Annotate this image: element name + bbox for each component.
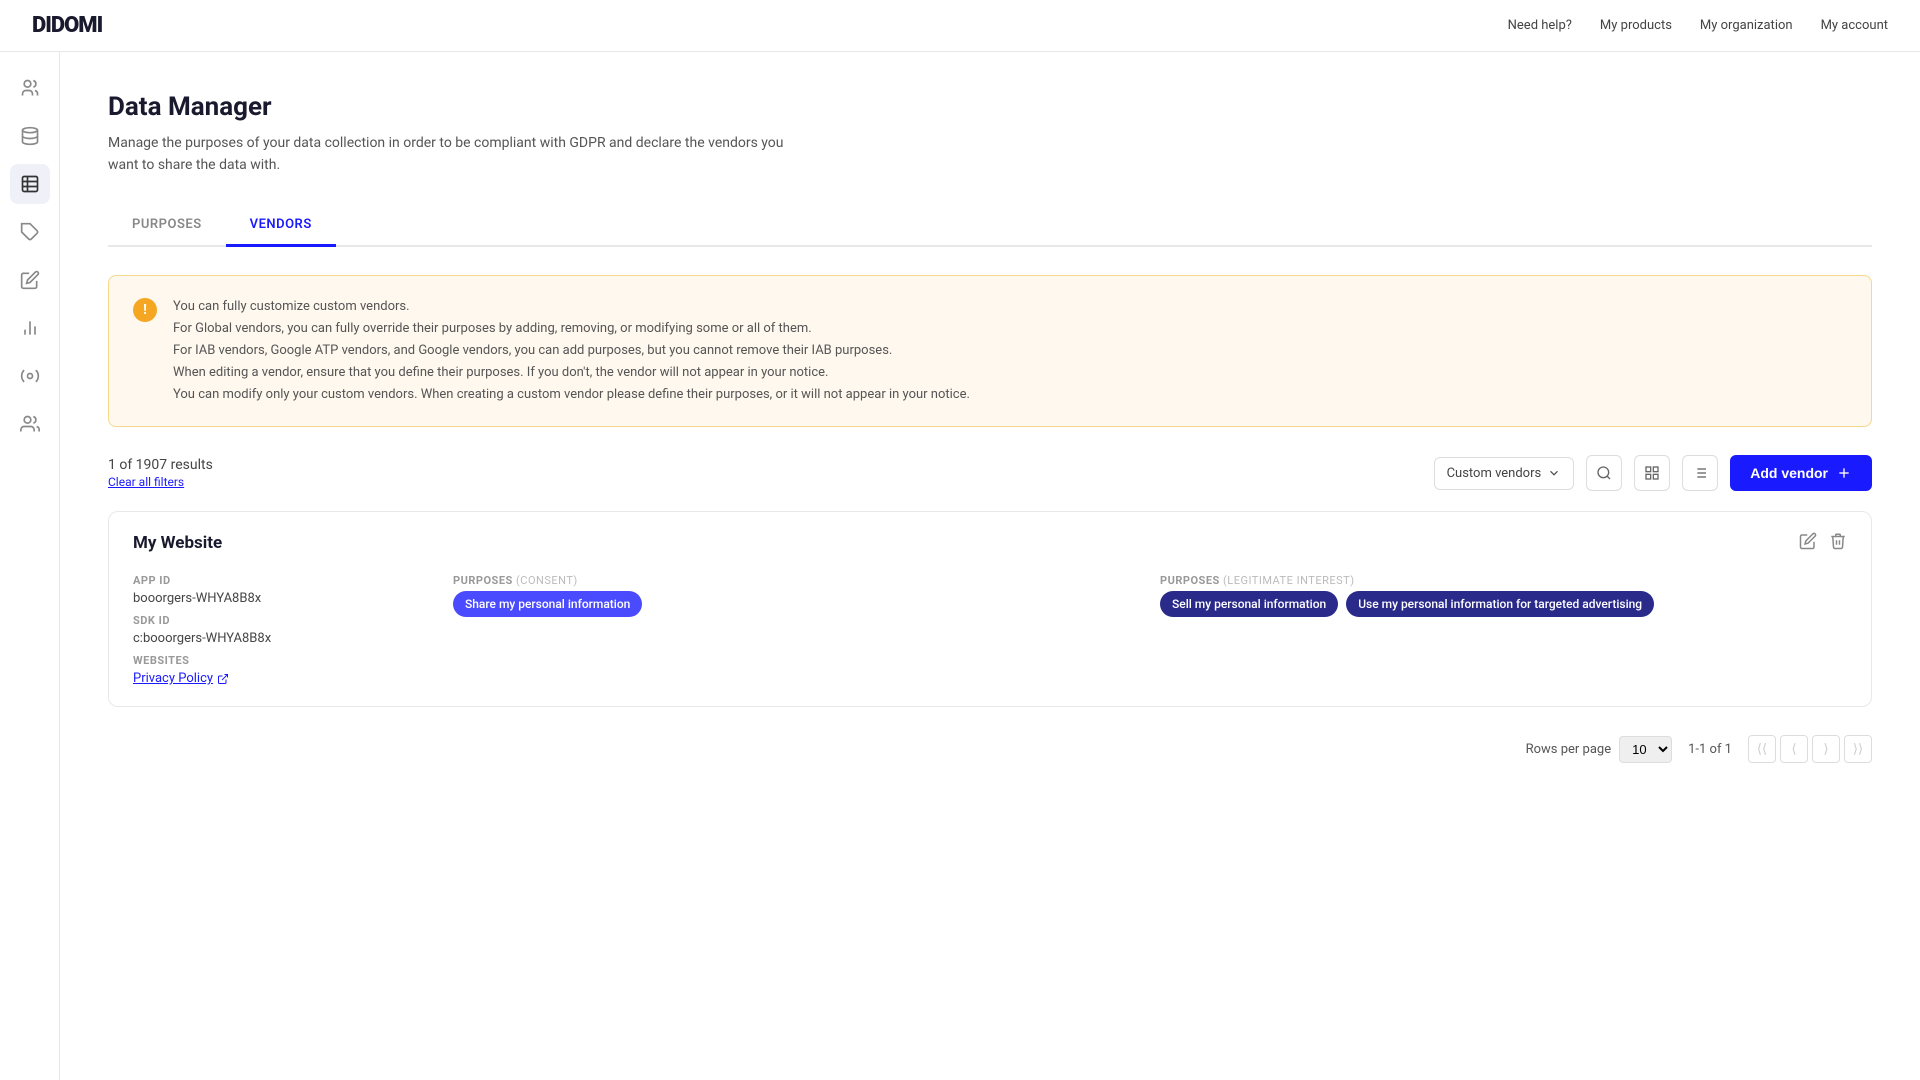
legit-tag-sell: Sell my personal information [1160,591,1338,617]
tab-vendors[interactable]: VENDORS [226,205,336,247]
tab-purposes[interactable]: PURPOSES [108,205,226,247]
nav-account[interactable]: My account [1821,18,1888,33]
vendor-legit-purposes: PURPOSES (LEGITIMATE INTEREST) Sell my p… [1160,574,1847,686]
nav-organization[interactable]: My organization [1700,18,1793,33]
info-box: ! You can fully customize custom vendors… [108,275,1872,427]
vendor-filter-dropdown[interactable]: Custom vendors [1434,457,1575,490]
sidebar-icon-edit[interactable] [10,260,50,300]
vendor-card: My Website APP ID booorgers-WHYA8B8x SDK… [108,511,1872,707]
toolbar-row: 1 of 1907 results Clear all filters Cust… [108,455,1872,491]
page-subtitle: Manage the purposes of your data collect… [108,132,808,177]
info-text: You can fully customize custom vendors. … [173,296,970,406]
toolbar-right: Custom vendors Add vendor [1434,455,1872,491]
sidebar-icon-team[interactable] [10,404,50,444]
privacy-policy-link[interactable]: Privacy Policy [133,671,433,686]
prev-page-btn[interactable]: ⟨ [1780,735,1808,763]
vendor-details: APP ID booorgers-WHYA8B8x SDK ID c:booor… [133,574,1847,686]
rows-per-page-select[interactable]: 10 25 50 [1619,736,1672,763]
chevron-down-icon [1547,466,1561,480]
app-id-value: booorgers-WHYA8B8x [133,591,433,606]
vendor-app-info: APP ID booorgers-WHYA8B8x SDK ID c:booor… [133,574,433,686]
top-nav: DIDOMI Need help? My products My organiz… [0,0,1920,52]
nav-help[interactable]: Need help? [1508,18,1572,33]
last-page-btn[interactable]: ⟩⟩ [1844,735,1872,763]
tabs: PURPOSES VENDORS [108,205,1872,247]
search-icon [1596,465,1612,481]
plus-icon [1836,465,1852,481]
purposes-legit-label: PURPOSES (LEGITIMATE INTEREST) [1160,574,1847,587]
page-info: 1-1 of 1 [1688,742,1732,757]
first-page-btn[interactable]: ⟨⟨ [1748,735,1776,763]
sidebar-icon-chart[interactable] [10,308,50,348]
clear-filters-link[interactable]: Clear all filters [108,475,213,489]
nav-products[interactable]: My products [1600,18,1672,33]
vendor-card-header: My Website [133,532,1847,554]
page-nav: ⟨⟨ ⟨ ⟩ ⟩⟩ [1748,735,1872,763]
grid-view-btn[interactable] [1634,455,1670,491]
sidebar-icon-users[interactable] [10,68,50,108]
list-view-btn[interactable] [1682,455,1718,491]
vendor-actions [1799,532,1847,554]
logo: DIDOMI [32,13,102,38]
results-count: 1 of 1907 results [108,457,213,473]
legit-tags: Sell my personal information Use my pers… [1160,591,1847,617]
sidebar-icon-settings[interactable] [10,356,50,396]
pagination-row: Rows per page 10 25 50 1-1 of 1 ⟨⟨ ⟨ ⟩ ⟩… [108,735,1872,763]
rows-per-page: Rows per page 10 25 50 [1526,736,1673,763]
main-layout: Data Manager Manage the purposes of your… [0,52,1920,1080]
external-link-icon [217,673,229,685]
vendor-name: My Website [133,533,222,553]
next-page-btn[interactable]: ⟩ [1812,735,1840,763]
warning-icon: ! [133,298,157,322]
edit-vendor-icon[interactable] [1799,532,1817,554]
sdk-id-value: c:booorgers-WHYA8B8x [133,631,433,646]
sidebar-icon-tag[interactable] [10,212,50,252]
add-vendor-button[interactable]: Add vendor [1730,455,1872,491]
sidebar-icon-database[interactable] [10,116,50,156]
sdk-id-label: SDK ID [133,614,433,627]
consent-tags: Share my personal information [453,591,1140,617]
results-info-section: 1 of 1907 results Clear all filters [108,457,213,489]
grid-icon [1644,465,1660,481]
list-icon [1692,465,1708,481]
sidebar-icon-list[interactable] [10,164,50,204]
sidebar [0,52,60,1080]
search-btn[interactable] [1586,455,1622,491]
app-id-label: APP ID [133,574,433,587]
page-title: Data Manager [108,92,1872,122]
websites-label: WEBSITES [133,654,433,667]
purposes-consent-label: PURPOSES (CONSENT) [453,574,1140,587]
legit-tag-use: Use my personal information for targeted… [1346,591,1654,617]
delete-vendor-icon[interactable] [1829,532,1847,554]
consent-tag-share: Share my personal information [453,591,642,617]
vendor-consent-purposes: PURPOSES (CONSENT) Share my personal inf… [453,574,1140,686]
top-nav-links: Need help? My products My organization M… [1508,18,1888,33]
main-content: Data Manager Manage the purposes of your… [60,52,1920,1080]
